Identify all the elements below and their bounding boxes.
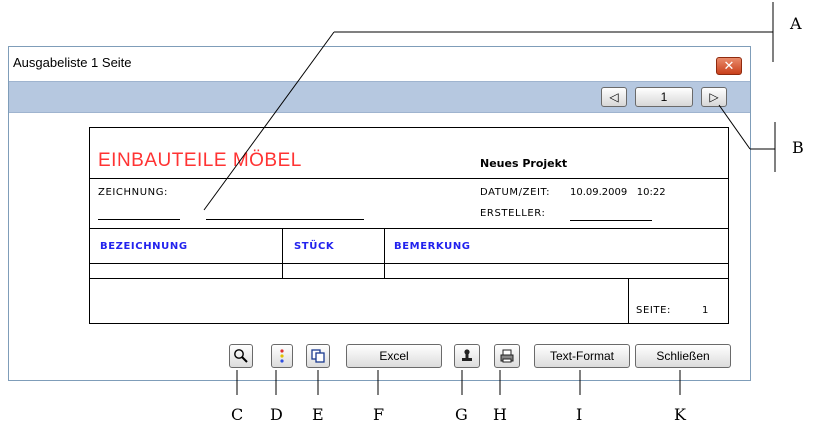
callout-f-label: F (373, 405, 385, 424)
callout-c-label: C (231, 405, 244, 424)
callout-g-label: G (455, 405, 468, 424)
callout-b-label: B (792, 138, 804, 157)
callout-i-label: I (576, 405, 583, 424)
callout-h-label: H (493, 405, 507, 424)
callout-b-pointer (718, 104, 751, 150)
callout-a-label: A (790, 14, 802, 33)
callout-a-pointer (203, 31, 335, 211)
callout-k-label: K (674, 405, 686, 424)
callout-e-label: E (312, 405, 324, 424)
callout-lines (203, 2, 776, 395)
callout-d-label: D (270, 405, 283, 424)
